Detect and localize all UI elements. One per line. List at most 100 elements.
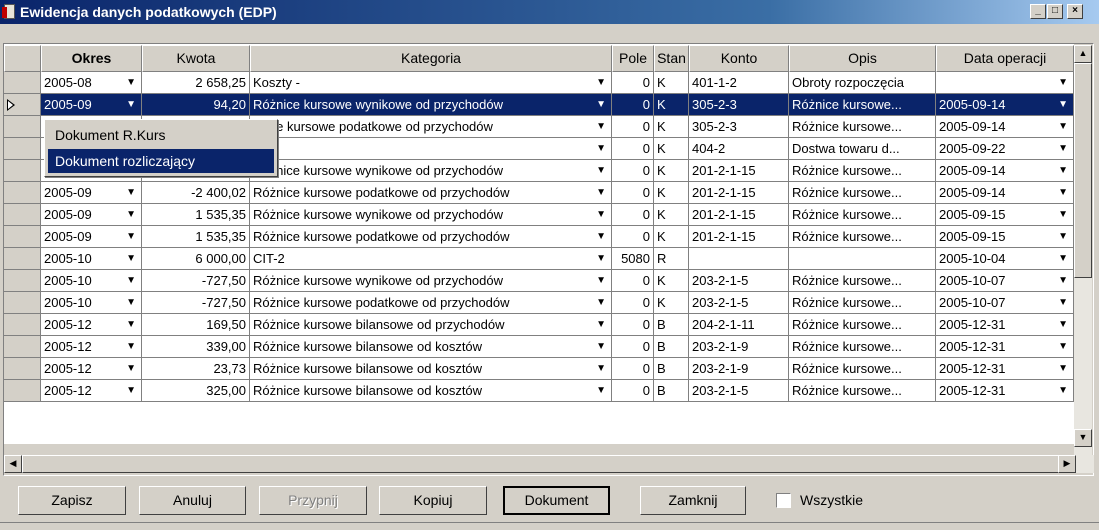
cell-okres[interactable]: 2005-09 ▼: [41, 204, 142, 226]
close-dialog-button[interactable]: Zamknij: [640, 486, 746, 515]
cell-stan[interactable]: K: [654, 270, 689, 292]
cell-kategoria[interactable]: żnice kursowe podatkowe od przychodów ▼: [250, 116, 612, 138]
cell-kwota[interactable]: 94,20: [142, 94, 250, 116]
dropdown-arrow-icon[interactable]: ▼: [1058, 336, 1068, 357]
cell-pole[interactable]: 0: [612, 226, 654, 248]
scroll-left-icon[interactable]: ◀: [4, 455, 22, 473]
title-bar[interactable]: Ewidencja danych podatkowych (EDP) _ □ ×: [0, 0, 1099, 24]
cell-okres[interactable]: 2005-09 ▼: [41, 182, 142, 204]
dropdown-arrow-icon[interactable]: ▼: [1058, 248, 1068, 269]
cell-pole[interactable]: 5080: [612, 248, 654, 270]
column-header-opis[interactable]: Opis: [789, 45, 936, 72]
dropdown-arrow-icon[interactable]: ▼: [596, 116, 606, 137]
cell-konto[interactable]: 203-2-1-9: [689, 358, 789, 380]
cell-konto[interactable]: 404-2: [689, 138, 789, 160]
cell-data[interactable]: 2005-09-14 ▼: [936, 94, 1074, 116]
cell-opis[interactable]: Dostwa towaru d...: [789, 138, 936, 160]
cell-kwota[interactable]: 6 000,00: [142, 248, 250, 270]
column-header-stan[interactable]: Stan: [654, 45, 689, 72]
cell-konto[interactable]: 203-2-1-9: [689, 336, 789, 358]
cell-konto[interactable]: 201-2-1-15: [689, 204, 789, 226]
table-row[interactable]: 2005-09 ▼ 1 535,35 Różnice kursowe wynikowe…: [4, 204, 1074, 226]
cell-pole[interactable]: 0: [612, 116, 654, 138]
dropdown-arrow-icon[interactable]: ▼: [596, 248, 606, 269]
cell-kwota[interactable]: 339,00: [142, 336, 250, 358]
dropdown-arrow-icon[interactable]: ▼: [126, 336, 136, 357]
cell-opis[interactable]: Różnice kursowe...: [789, 270, 936, 292]
row-selector[interactable]: [4, 292, 41, 314]
cell-kategoria[interactable]: zty -▼: [250, 138, 612, 160]
cell-data[interactable]: 2005-09-22 ▼: [936, 138, 1074, 160]
dropdown-arrow-icon[interactable]: ▼: [1058, 314, 1068, 335]
dropdown-arrow-icon[interactable]: ▼: [596, 160, 606, 181]
dropdown-arrow-icon[interactable]: ▼: [596, 204, 606, 225]
dropdown-arrow-icon[interactable]: ▼: [126, 182, 136, 203]
cell-opis[interactable]: Różnice kursowe...: [789, 226, 936, 248]
cell-kwota[interactable]: 2 658,25: [142, 72, 250, 94]
cell-opis[interactable]: Obroty rozpoczęcia: [789, 72, 936, 94]
cell-opis[interactable]: Różnice kursowe...: [789, 314, 936, 336]
dropdown-arrow-icon[interactable]: ▼: [1058, 270, 1068, 291]
cell-data[interactable]: 2005-09-15 ▼: [936, 226, 1074, 248]
all-checkbox-label[interactable]: Wszystkie: [800, 492, 863, 508]
dropdown-arrow-icon[interactable]: ▼: [1058, 380, 1068, 401]
dropdown-arrow-icon[interactable]: ▼: [126, 380, 136, 401]
cell-okres[interactable]: 2005-12 ▼: [41, 380, 142, 402]
cell-pole[interactable]: 0: [612, 336, 654, 358]
cell-stan[interactable]: K: [654, 116, 689, 138]
cell-stan[interactable]: B: [654, 358, 689, 380]
dropdown-arrow-icon[interactable]: ▼: [126, 248, 136, 269]
cell-opis[interactable]: Różnice kursowe...: [789, 182, 936, 204]
row-selector[interactable]: [4, 160, 41, 182]
dropdown-arrow-icon[interactable]: ▼: [126, 226, 136, 247]
dropdown-arrow-icon[interactable]: ▼: [1058, 160, 1068, 181]
column-header-konto[interactable]: Konto: [689, 45, 789, 72]
dropdown-arrow-icon[interactable]: ▼: [596, 94, 606, 115]
row-selector[interactable]: [4, 336, 41, 358]
cell-kategoria[interactable]: Różnice kursowe bilansowe od kosztów ▼: [250, 358, 612, 380]
row-selector[interactable]: [4, 248, 41, 270]
table-row[interactable]: 2005-09 ▼ 94,20 Różnice kursowe wynikowe od…: [4, 94, 1074, 116]
cell-pole[interactable]: 0: [612, 292, 654, 314]
cell-konto[interactable]: 201-2-1-15: [689, 226, 789, 248]
row-selector[interactable]: [4, 116, 41, 138]
cell-konto[interactable]: 305-2-3: [689, 94, 789, 116]
cell-pole[interactable]: 0: [612, 138, 654, 160]
table-row[interactable]: 2005-12 ▼ 325,00 Różnice kursowe bilansowe …: [4, 380, 1074, 402]
cell-data[interactable]: 2005-10-07 ▼: [936, 270, 1074, 292]
cell-konto[interactable]: 201-2-1-15: [689, 182, 789, 204]
cell-okres[interactable]: 2005-10 ▼: [41, 248, 142, 270]
all-checkbox[interactable]: [776, 493, 791, 508]
vertical-scroll-thumb[interactable]: [1074, 63, 1092, 278]
dropdown-arrow-icon[interactable]: ▼: [1058, 204, 1068, 225]
cell-pole[interactable]: 0: [612, 160, 654, 182]
cell-kwota[interactable]: 1 535,35: [142, 204, 250, 226]
copy-button[interactable]: Kopiuj: [379, 486, 487, 515]
cell-opis[interactable]: Różnice kursowe...: [789, 160, 936, 182]
close-button[interactable]: ×: [1067, 4, 1083, 19]
cell-kategoria[interactable]: CIT-2 ▼: [250, 248, 612, 270]
row-selector[interactable]: [4, 204, 41, 226]
dropdown-arrow-icon[interactable]: ▼: [1058, 116, 1068, 137]
row-selector[interactable]: [4, 182, 41, 204]
cell-stan[interactable]: K: [654, 138, 689, 160]
dropdown-arrow-icon[interactable]: ▼: [596, 358, 606, 379]
cell-opis[interactable]: [789, 248, 936, 270]
horizontal-scrollbar[interactable]: ◀ ▶: [4, 455, 1094, 473]
cell-okres[interactable]: 2005-12 ▼: [41, 358, 142, 380]
dropdown-arrow-icon[interactable]: ▼: [1058, 182, 1068, 203]
dropdown-arrow-icon[interactable]: ▼: [126, 72, 136, 93]
cell-data[interactable]: 2005-12-31 ▼: [936, 358, 1074, 380]
cell-pole[interactable]: 0: [612, 182, 654, 204]
dropdown-arrow-icon[interactable]: ▼: [596, 72, 606, 93]
dropdown-arrow-icon[interactable]: ▼: [1058, 94, 1068, 115]
cancel-button[interactable]: Anuluj: [139, 486, 246, 515]
cell-kategoria[interactable]: Różnice kursowe wynikowe od przychodów ▼: [250, 94, 612, 116]
column-header-kategoria[interactable]: Kategoria: [250, 45, 612, 72]
table-row[interactable]: 2005-09 ▼ 1 535,35 Różnice kursowe podatkow…: [4, 226, 1074, 248]
minimize-button[interactable]: _: [1030, 4, 1046, 19]
cell-okres[interactable]: 2005-09 ▼: [41, 226, 142, 248]
cell-kwota[interactable]: 325,00: [142, 380, 250, 402]
cell-pole[interactable]: 0: [612, 72, 654, 94]
dropdown-arrow-icon[interactable]: ▼: [596, 336, 606, 357]
